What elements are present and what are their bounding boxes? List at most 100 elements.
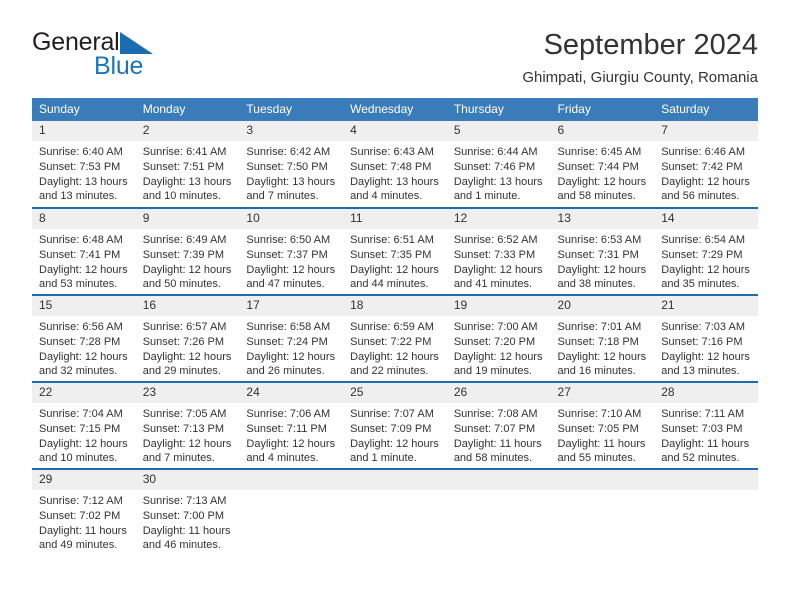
day-info: Sunrise: 6:56 AM Sunset: 7:28 PM Dayligh… — [32, 316, 136, 378]
day-number: 11 — [343, 209, 447, 230]
day-info: Sunrise: 7:01 AM Sunset: 7:18 PM Dayligh… — [551, 316, 655, 378]
calendar-day-cell[interactable]: 20 Sunrise: 7:01 AM Sunset: 7:18 PM Dayl… — [550, 294, 655, 383]
calendar-day-cell[interactable]: 14 Sunrise: 6:54 AM Sunset: 7:29 PM Dayl… — [654, 207, 758, 296]
daylight-duration-line2: and 13 minutes. — [39, 190, 118, 203]
day-info: Sunrise: 6:50 AM Sunset: 7:37 PM Dayligh… — [239, 229, 343, 291]
calendar-day-cell[interactable]: 10 Sunrise: 6:50 AM Sunset: 7:37 PM Dayl… — [239, 207, 344, 296]
sunrise-time: Sunrise: 6:57 AM — [142, 321, 227, 334]
calendar-day-cell[interactable]: 16 Sunrise: 6:57 AM Sunset: 7:26 PM Dayl… — [135, 294, 240, 383]
calendar-day-cell[interactable]: 6 Sunrise: 6:45 AM Sunset: 7:44 PM Dayli… — [550, 121, 655, 209]
weekday-header-thursday: Thursday — [446, 98, 551, 122]
calendar-day-cell[interactable]: 13 Sunrise: 6:53 AM Sunset: 7:31 PM Dayl… — [550, 207, 655, 296]
daylight-duration-line1: Daylight: 12 hours — [142, 350, 232, 363]
day-number: 6 — [550, 121, 655, 142]
daylight-duration-line2: and 10 minutes. — [39, 452, 118, 465]
calendar-day-cell[interactable]: 26 Sunrise: 7:08 AM Sunset: 7:07 PM Dayl… — [446, 381, 551, 470]
calendar-day-cell-empty — [343, 468, 447, 557]
calendar-day-cell[interactable]: 5 Sunrise: 6:44 AM Sunset: 7:46 PM Dayli… — [446, 121, 551, 209]
day-number: 30 — [135, 470, 240, 491]
day-info — [447, 490, 551, 494]
sunset-time: Sunset: 7:35 PM — [350, 249, 432, 262]
sunrise-time: Sunrise: 6:50 AM — [246, 234, 331, 247]
calendar-week-row: 8 Sunrise: 6:48 AM Sunset: 7:41 PM Dayli… — [32, 207, 758, 296]
sunset-time: Sunset: 7:41 PM — [39, 249, 121, 262]
daylight-duration-line2: and 55 minutes. — [557, 452, 636, 465]
weekday-header-tuesday: Tuesday — [239, 98, 344, 122]
sunset-time: Sunset: 7:46 PM — [453, 161, 536, 174]
day-info: Sunrise: 7:11 AM Sunset: 7:03 PM Dayligh… — [654, 403, 758, 465]
calendar-week-row: 1 Sunrise: 6:40 AM Sunset: 7:53 PM Dayli… — [32, 121, 758, 209]
sunset-time: Sunset: 7:00 PM — [142, 510, 225, 523]
calendar-day-cell[interactable]: 30 Sunrise: 7:13 AM Sunset: 7:00 PM Dayl… — [135, 468, 240, 557]
daylight-duration-line2: and 53 minutes. — [39, 278, 118, 291]
sunrise-time: Sunrise: 6:46 AM — [661, 146, 745, 159]
calendar-week-row: 29 Sunrise: 7:12 AM Sunset: 7:02 PM Dayl… — [32, 468, 758, 557]
calendar-day-cell[interactable]: 23 Sunrise: 7:05 AM Sunset: 7:13 PM Dayl… — [135, 381, 240, 470]
day-number: 7 — [654, 121, 758, 142]
calendar-day-cell[interactable]: 17 Sunrise: 6:58 AM Sunset: 7:24 PM Dayl… — [239, 294, 344, 383]
calendar-day-cell[interactable]: 27 Sunrise: 7:10 AM Sunset: 7:05 PM Dayl… — [550, 381, 655, 470]
calendar-day-cell[interactable]: 15 Sunrise: 6:56 AM Sunset: 7:28 PM Dayl… — [32, 294, 136, 383]
day-info: Sunrise: 6:46 AM Sunset: 7:42 PM Dayligh… — [654, 141, 758, 203]
sunrise-time: Sunrise: 6:58 AM — [246, 321, 331, 334]
calendar-day-cell[interactable]: 24 Sunrise: 7:06 AM Sunset: 7:11 PM Dayl… — [239, 381, 344, 470]
day-number: 1 — [32, 121, 136, 142]
calendar-table: Sunday Monday Tuesday Wednesday Thursday… — [32, 98, 758, 557]
day-number: 24 — [239, 383, 344, 404]
calendar-day-cell-empty — [446, 468, 551, 557]
day-number: 22 — [32, 383, 136, 404]
day-info: Sunrise: 7:03 AM Sunset: 7:16 PM Dayligh… — [654, 316, 758, 378]
daylight-duration-line1: Daylight: 12 hours — [453, 263, 543, 276]
page-title: September 2024 — [543, 29, 758, 61]
sunset-time: Sunset: 7:48 PM — [350, 161, 432, 174]
calendar-day-cell[interactable]: 22 Sunrise: 7:04 AM Sunset: 7:15 PM Dayl… — [32, 381, 136, 470]
sunset-time: Sunset: 7:31 PM — [557, 249, 639, 262]
day-number: 13 — [550, 209, 655, 230]
daylight-duration-line2: and 35 minutes. — [661, 278, 740, 291]
day-number: 16 — [135, 296, 240, 317]
day-number — [550, 470, 655, 491]
calendar-day-cell[interactable]: 1 Sunrise: 6:40 AM Sunset: 7:53 PM Dayli… — [32, 121, 136, 209]
day-number: 12 — [446, 209, 551, 230]
daylight-duration-line2: and 22 minutes. — [350, 365, 429, 378]
daylight-duration-line1: Daylight: 11 hours — [39, 524, 127, 537]
calendar-page: General Blue September 2024 Ghimpati, Gi… — [0, 0, 792, 612]
calendar-day-cell[interactable]: 18 Sunrise: 6:59 AM Sunset: 7:22 PM Dayl… — [343, 294, 447, 383]
calendar-day-cell[interactable]: 4 Sunrise: 6:43 AM Sunset: 7:48 PM Dayli… — [343, 121, 447, 209]
daylight-duration-line2: and 38 minutes. — [557, 278, 636, 291]
calendar-day-cell[interactable]: 9 Sunrise: 6:49 AM Sunset: 7:39 PM Dayli… — [135, 207, 240, 296]
calendar-day-cell[interactable]: 11 Sunrise: 6:51 AM Sunset: 7:35 PM Dayl… — [343, 207, 447, 296]
calendar-day-cell-empty — [239, 468, 344, 557]
day-info — [343, 490, 447, 494]
day-info — [551, 490, 655, 494]
calendar-day-cell[interactable]: 29 Sunrise: 7:12 AM Sunset: 7:02 PM Dayl… — [32, 468, 136, 557]
day-number: 17 — [239, 296, 344, 317]
sunrise-time: Sunrise: 7:00 AM — [453, 321, 538, 334]
day-info: Sunrise: 6:58 AM Sunset: 7:24 PM Dayligh… — [239, 316, 343, 378]
sunrise-time: Sunrise: 6:42 AM — [246, 146, 331, 159]
day-info: Sunrise: 6:52 AM Sunset: 7:33 PM Dayligh… — [447, 229, 551, 291]
calendar-day-cell[interactable]: 8 Sunrise: 6:48 AM Sunset: 7:41 PM Dayli… — [32, 207, 136, 296]
daylight-duration-line2: and 26 minutes. — [246, 365, 325, 378]
calendar-day-cell[interactable]: 28 Sunrise: 7:11 AM Sunset: 7:03 PM Dayl… — [654, 381, 758, 470]
sunrise-time: Sunrise: 6:56 AM — [39, 321, 123, 334]
day-number: 25 — [343, 383, 447, 404]
calendar-day-cell[interactable]: 3 Sunrise: 6:42 AM Sunset: 7:50 PM Dayli… — [239, 121, 344, 209]
sunset-time: Sunset: 7:37 PM — [246, 249, 328, 262]
sunrise-time: Sunrise: 6:54 AM — [661, 234, 745, 247]
calendar-day-cell[interactable]: 25 Sunrise: 7:07 AM Sunset: 7:09 PM Dayl… — [343, 381, 447, 470]
sunrise-time: Sunrise: 6:51 AM — [350, 234, 434, 247]
calendar-day-cell[interactable]: 7 Sunrise: 6:46 AM Sunset: 7:42 PM Dayli… — [654, 121, 758, 209]
calendar-head: Sunday Monday Tuesday Wednesday Thursday… — [32, 98, 758, 122]
day-number — [446, 470, 551, 491]
daylight-duration-line2: and 32 minutes. — [39, 365, 118, 378]
daylight-duration-line2: and 44 minutes. — [350, 278, 429, 291]
calendar-day-cell[interactable]: 19 Sunrise: 7:00 AM Sunset: 7:20 PM Dayl… — [446, 294, 551, 383]
daylight-duration-line1: Daylight: 11 hours — [453, 437, 542, 450]
triangle-icon — [120, 32, 153, 54]
daylight-duration-line1: Daylight: 12 hours — [246, 350, 336, 363]
calendar-day-cell[interactable]: 21 Sunrise: 7:03 AM Sunset: 7:16 PM Dayl… — [654, 294, 758, 383]
sunset-time: Sunset: 7:39 PM — [142, 249, 225, 262]
calendar-day-cell[interactable]: 12 Sunrise: 6:52 AM Sunset: 7:33 PM Dayl… — [446, 207, 551, 296]
calendar-day-cell[interactable]: 2 Sunrise: 6:41 AM Sunset: 7:51 PM Dayli… — [135, 121, 240, 209]
